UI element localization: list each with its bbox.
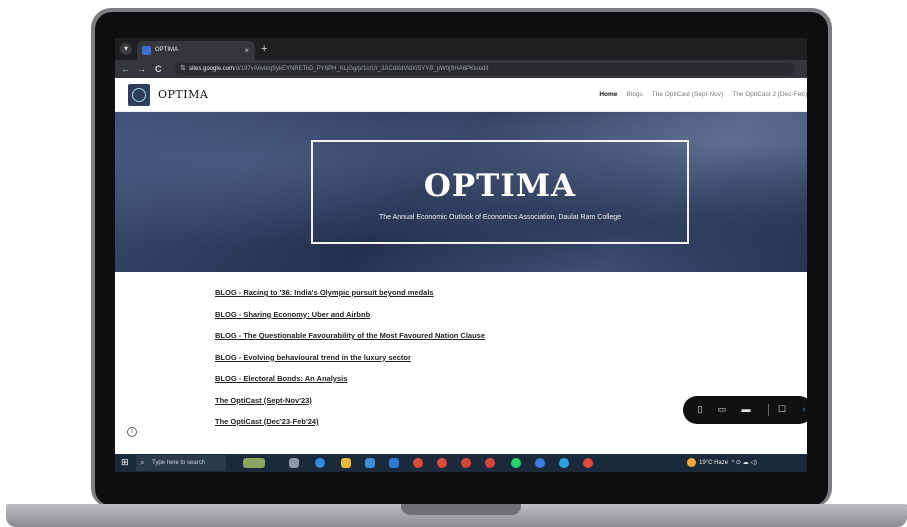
comment-icon[interactable]: ☐ [777, 403, 787, 415]
url-path: /d/197vA6vleqSykEYNREToD_PY6PH_KLjGg/p/1… [234, 66, 489, 72]
telegram-icon[interactable] [559, 458, 569, 468]
app-icon[interactable] [535, 458, 545, 468]
tab-search-icon[interactable]: ▾ [120, 43, 132, 55]
nav-opticast-1[interactable]: The OptiCast (Sept-Nov) [652, 91, 724, 98]
search-icon: ⌕ [140, 458, 145, 467]
chrome-icon[interactable] [485, 458, 495, 468]
tab-title: OPTIMA [155, 47, 179, 53]
nav-blogs[interactable]: Blogs [626, 91, 642, 98]
edge-icon[interactable] [315, 458, 325, 468]
chrome-icon[interactable] [413, 458, 423, 468]
whatsapp-icon[interactable] [511, 458, 521, 468]
file-explorer-icon[interactable] [341, 458, 351, 468]
site-info-icon[interactable]: ⇅ [180, 63, 186, 75]
windows-start-icon[interactable]: ⊞ [121, 458, 130, 467]
new-tab-button[interactable]: + [261, 41, 267, 57]
blog-link[interactable]: BLOG - Electoral Bonds: An Analysis [215, 374, 485, 396]
blog-link[interactable]: BLOG - The Questionable Favourability of… [215, 331, 485, 353]
weather-text[interactable]: 19°C Haze [699, 460, 728, 466]
opticast-link[interactable]: The OptiCast (Sept-Nov'23) [215, 396, 485, 418]
reload-icon[interactable]: C [155, 63, 162, 75]
tab-close-icon[interactable]: × [244, 41, 249, 60]
site-favicon-icon [142, 46, 151, 55]
preview-device-toolbar: ▯ ▭ ▬ ☐ › [683, 396, 807, 424]
widget-icon[interactable] [243, 458, 265, 468]
nav-opticast-2[interactable]: The OptiCast 2 (Dec-Feb) [732, 91, 807, 98]
blog-link-list: BLOG - Racing to '36: India's Olympic pu… [215, 288, 485, 439]
forward-icon[interactable]: → [137, 63, 146, 75]
site-header: OPTIMA Home Blogs The OptiCast (Sept-Nov… [115, 78, 807, 112]
browser-tab[interactable]: OPTIMA × [137, 41, 255, 60]
windows-taskbar: ⊞ ⌕ Type here to search 19°C Haze ^ ⊙ ☁ … [115, 454, 807, 472]
taskbar-search-placeholder: Type here to search [152, 460, 206, 466]
blog-link[interactable]: BLOG - Racing to '36: India's Olympic pu… [215, 288, 485, 310]
browser-tab-bar: ▾ OPTIMA × + [115, 38, 807, 60]
site-brand[interactable]: OPTIMA [158, 88, 208, 101]
hero-subtitle: The Annual Economic Outlook of Economics… [378, 214, 621, 221]
weather-icon[interactable] [687, 458, 696, 467]
nav-home[interactable]: Home [599, 91, 617, 98]
url-host: sites.google.com [189, 66, 235, 72]
browser-address-row: ← → C ⇅ sites.google.com/d/197vA6vleqSyk… [115, 60, 807, 78]
laptop-notch [401, 504, 521, 515]
tablet-icon[interactable]: ▭ [717, 403, 727, 415]
tray-icons[interactable]: ^ ⊙ ☁ ◁) [731, 460, 756, 466]
blog-link[interactable]: BLOG - Evolving behavioural trend in the… [215, 353, 485, 375]
hero-frame: OPTIMA The Annual Economic Outlook of Ec… [311, 140, 689, 244]
toolbar-divider [768, 404, 769, 416]
url-field[interactable]: ⇅ sites.google.com/d/197vA6vleqSykEYNRET… [175, 63, 795, 75]
back-icon[interactable]: ← [121, 63, 130, 75]
site-logo-icon[interactable] [128, 84, 150, 106]
chrome-icon[interactable] [583, 458, 593, 468]
hero-title: OPTIMA [423, 168, 577, 204]
chrome-icon[interactable] [437, 458, 447, 468]
opticast-link[interactable]: The OptiCast (Dec'23-Feb'24) [215, 417, 485, 439]
taskbar-search-input[interactable]: ⌕ Type here to search [136, 455, 226, 471]
laptop-mockup: ▾ OPTIMA × + ← → C ⇅ sites.google.com/d/… [0, 0, 907, 527]
chrome-icon[interactable] [461, 458, 471, 468]
laptop-screen: ▾ OPTIMA × + ← → C ⇅ sites.google.com/d/… [115, 38, 807, 472]
hero-banner: OPTIMA The Annual Economic Outlook of Ec… [115, 112, 807, 272]
mail-icon[interactable] [389, 458, 399, 468]
phone-icon[interactable]: ▯ [695, 403, 705, 415]
chevron-right-icon[interactable]: › [799, 403, 807, 415]
blog-link[interactable]: BLOG - Sharing Economy: Uber and Airbnb [215, 310, 485, 332]
info-icon[interactable]: i [127, 427, 137, 437]
store-icon[interactable] [365, 458, 375, 468]
laptop-icon[interactable]: ▬ [741, 403, 751, 415]
task-view-icon[interactable] [289, 458, 299, 468]
system-tray: 19°C Haze ^ ⊙ ☁ ◁) [687, 458, 757, 468]
page-content: BLOG - Racing to '36: India's Olympic pu… [115, 272, 807, 454]
site-nav: Home Blogs The OptiCast (Sept-Nov) The O… [599, 91, 807, 98]
